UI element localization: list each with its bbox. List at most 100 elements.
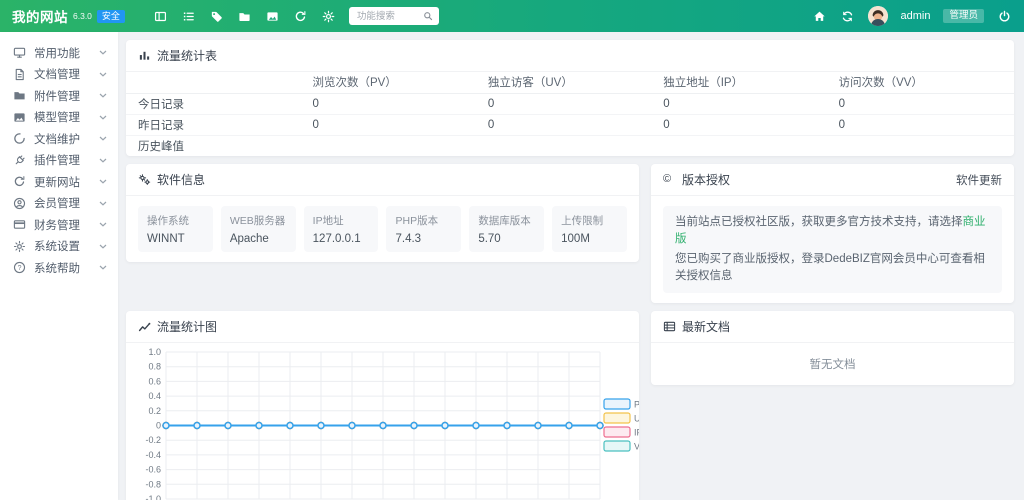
sidebar-item-member-management[interactable]: 会员管理 xyxy=(0,193,118,215)
cell-value xyxy=(839,135,1014,156)
license-line-2: 您已购买了商业版授权，登录DedeBIZ官网会员中心可查看相关授权信息 xyxy=(675,251,990,285)
license-line-1: 当前站点已授权社区版，获取更多官方技术支持，请选择商业版 xyxy=(675,214,990,248)
sidebar-item-update-site[interactable]: 更新网站 xyxy=(0,171,118,193)
username[interactable]: admin xyxy=(901,10,931,22)
chevron-down-icon xyxy=(99,201,107,206)
panel-header: 软件信息 xyxy=(126,164,639,196)
svg-text:-0.4: -0.4 xyxy=(145,450,161,460)
tag-icon[interactable] xyxy=(209,9,224,24)
top-header: 我的网站 6.3.0 安全 xyxy=(0,0,1024,32)
svg-text:-1.0: -1.0 xyxy=(145,494,161,500)
svg-text:-0.8: -0.8 xyxy=(145,479,161,489)
images-icon xyxy=(13,111,26,124)
info-card-db: 数据库版本 5.70 xyxy=(469,206,544,252)
software-update-link[interactable]: 软件更新 xyxy=(956,172,1002,188)
panel-title: 版本授权 xyxy=(682,171,730,188)
file-icon xyxy=(13,68,26,81)
main-content: 流量统计表 浏览次数（PV） 独立访客（UV） 独立地址（IP） 访问次数（VV… xyxy=(118,32,1024,500)
sidebar-item-label: 插件管理 xyxy=(34,152,80,168)
panel-title: 软件信息 xyxy=(157,171,205,188)
svg-text:VV: VV xyxy=(634,442,639,452)
refresh-icon[interactable] xyxy=(293,9,308,24)
panel-title: 最新文档 xyxy=(682,318,730,335)
chart-line-icon xyxy=(138,320,151,333)
chevron-down-icon xyxy=(99,179,107,184)
list-icon[interactable] xyxy=(181,9,196,24)
svg-text:0.8: 0.8 xyxy=(148,362,161,372)
sidebar-item-system-help[interactable]: ? 系统帮助 xyxy=(0,257,118,279)
version-label: 6.3.0 xyxy=(73,11,92,21)
info-label: 数据库版本 xyxy=(478,213,535,228)
chevron-down-icon xyxy=(99,222,107,227)
svg-text:UV: UV xyxy=(634,414,639,424)
copyright-icon: © xyxy=(663,173,676,186)
cell-value xyxy=(312,135,487,156)
svg-text:-0.2: -0.2 xyxy=(145,435,161,445)
user-icon xyxy=(13,197,26,210)
credit-card-icon xyxy=(13,218,26,231)
svg-text:0: 0 xyxy=(156,421,161,431)
sidebar-item-model-management[interactable]: 模型管理 xyxy=(0,107,118,129)
legend-item-IP[interactable]: IP xyxy=(604,427,639,438)
traffic-stats-panel: 流量统计表 浏览次数（PV） 独立访客（UV） 独立地址（IP） 访问次数（VV… xyxy=(126,40,1014,156)
logout-power-icon[interactable] xyxy=(997,9,1012,24)
avatar[interactable] xyxy=(868,6,888,26)
info-label: WEB服务器 xyxy=(230,213,287,228)
license-text: 当前站点已授权社区版，获取更多官方技术支持，请选择 xyxy=(675,216,963,228)
sidebar-item-plugin-management[interactable]: 插件管理 xyxy=(0,150,118,172)
sidebar-item-document-management[interactable]: 文档管理 xyxy=(0,64,118,86)
table-row: 昨日记录 0 0 0 0 xyxy=(126,114,1014,135)
sidebar-item-common-functions[interactable]: 常用功能 xyxy=(0,42,118,64)
info-value: WINNT xyxy=(147,233,204,245)
function-search xyxy=(349,7,439,25)
svg-text:-0.6: -0.6 xyxy=(145,465,161,475)
desktop-icon xyxy=(13,46,26,59)
sidebar-item-label: 模型管理 xyxy=(34,109,80,125)
info-label: IP地址 xyxy=(313,213,370,228)
search-icon[interactable] xyxy=(423,11,433,21)
sidebar-item-document-maintenance[interactable]: 文档维护 xyxy=(0,128,118,150)
legend-item-UV[interactable]: UV xyxy=(604,413,639,424)
svg-text:1.0: 1.0 xyxy=(148,347,161,357)
gear-icon[interactable] xyxy=(321,9,336,24)
sidebar-toggle-icon[interactable] xyxy=(153,9,168,24)
software-info-panel: 软件信息 操作系统 WINNT WEB服务器 Apache IP地址 127.0… xyxy=(126,164,639,262)
info-label: PHP版本 xyxy=(395,213,452,228)
cell-value: 0 xyxy=(663,93,838,114)
sidebar-item-finance-management[interactable]: 财务管理 xyxy=(0,214,118,236)
sidebar-item-system-settings[interactable]: 系统设置 xyxy=(0,236,118,258)
site-name: 我的网站 xyxy=(12,6,68,26)
sidebar-item-label: 财务管理 xyxy=(34,217,80,233)
chevron-down-icon xyxy=(99,265,107,270)
info-card-upload: 上传限制 100M xyxy=(552,206,627,252)
cell-value: 0 xyxy=(312,114,487,135)
info-value: 100M xyxy=(561,233,618,245)
info-value: Apache xyxy=(230,233,287,245)
th-list-icon xyxy=(663,320,676,333)
sidebar-item-label: 会员管理 xyxy=(34,195,80,211)
col-ip: 独立地址（IP） xyxy=(663,72,838,93)
plug-icon xyxy=(13,154,26,167)
chart-image-icon[interactable] xyxy=(265,9,280,24)
folder-icon[interactable] xyxy=(237,9,252,24)
security-badge[interactable]: 安全 xyxy=(97,10,125,23)
cell-value xyxy=(663,135,838,156)
legend-item-PV[interactable]: PV xyxy=(604,399,639,410)
legend-item-VV[interactable]: VV xyxy=(604,441,639,452)
info-value: 127.0.0.1 xyxy=(313,233,370,245)
search-input[interactable] xyxy=(355,10,423,23)
panel-title: 流量统计图 xyxy=(157,318,217,335)
brand: 我的网站 6.3.0 安全 xyxy=(12,6,125,26)
traffic-table: 浏览次数（PV） 独立访客（UV） 独立地址（IP） 访问次数（VV） 今日记录… xyxy=(126,72,1014,156)
info-value: 5.70 xyxy=(478,233,535,245)
col-vv: 访问次数（VV） xyxy=(839,72,1014,93)
col-empty xyxy=(126,72,312,93)
home-icon[interactable] xyxy=(812,9,827,24)
sidebar-item-label: 常用功能 xyxy=(34,45,80,61)
panel-header: 最新文档 xyxy=(651,311,1014,343)
sidebar-item-label: 系统设置 xyxy=(34,238,80,254)
cell-value: 0 xyxy=(663,114,838,135)
sidebar-item-attachment-management[interactable]: 附件管理 xyxy=(0,85,118,107)
cell-value: 0 xyxy=(488,93,663,114)
sync-icon[interactable] xyxy=(840,9,855,24)
